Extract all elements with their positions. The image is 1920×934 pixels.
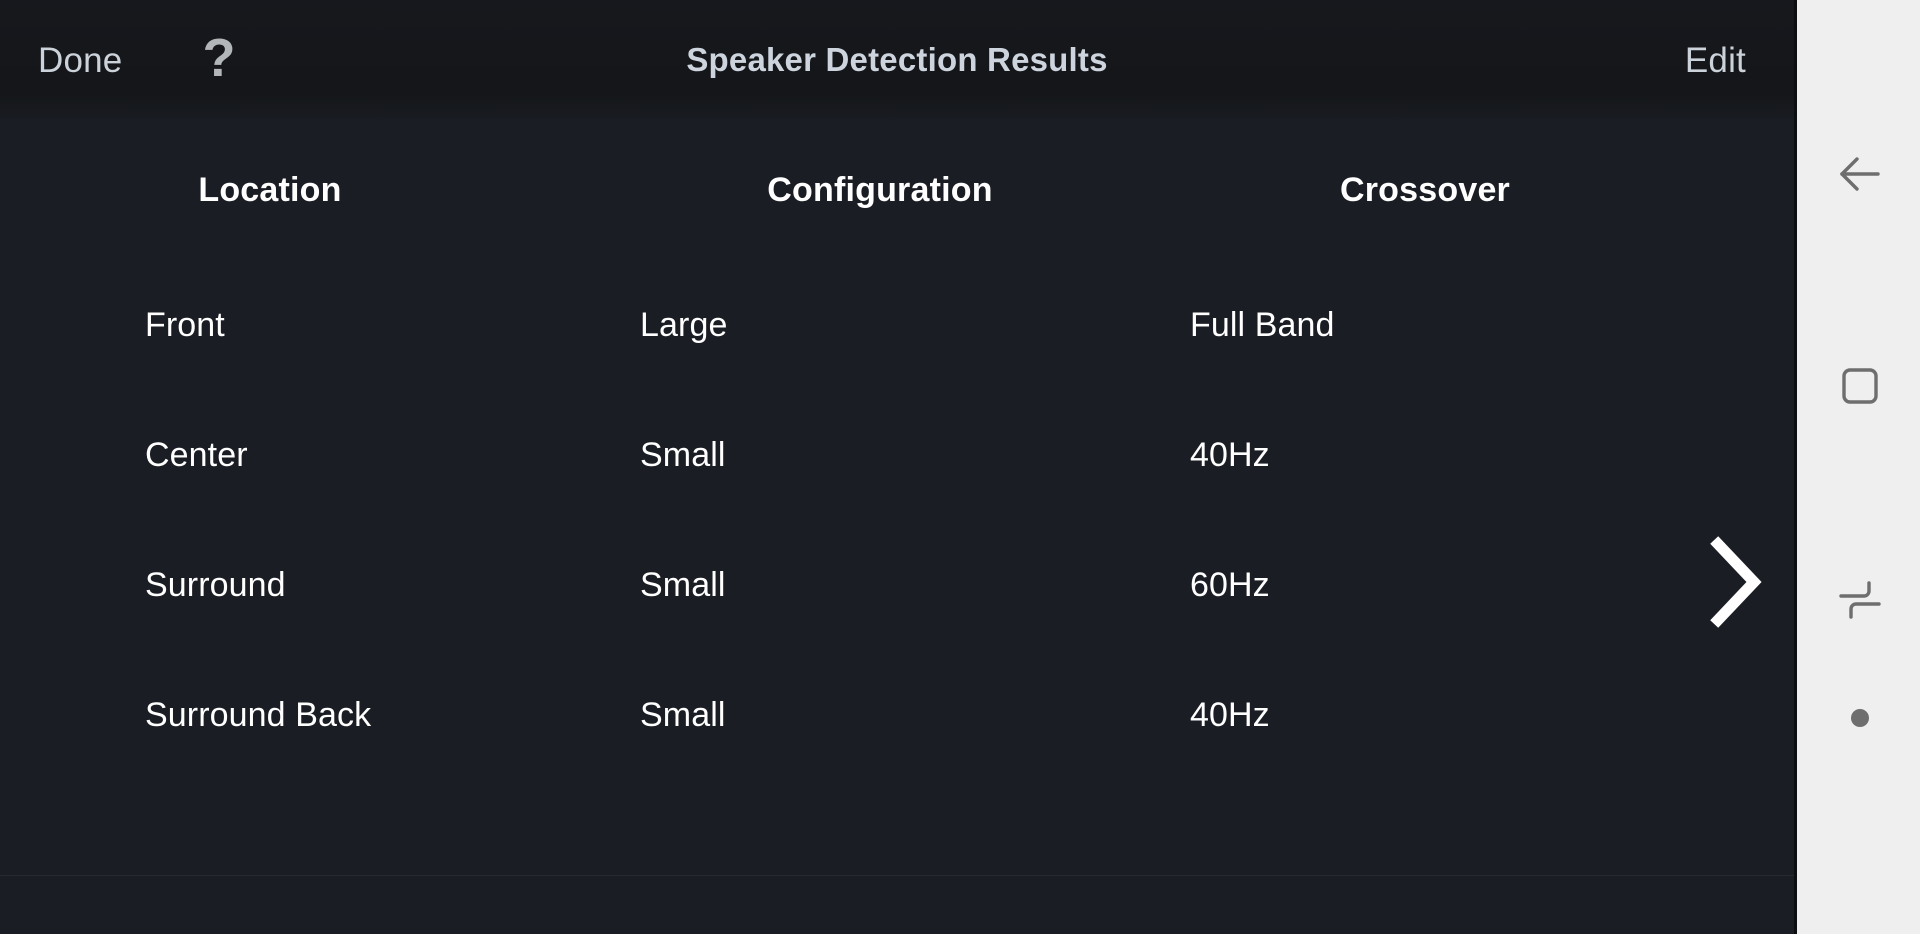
table-row[interactable]: Surround Small 60Hz (0, 520, 1794, 650)
page-title: Speaker Detection Results (686, 41, 1108, 78)
cell-location: Surround Back (145, 696, 372, 734)
table-row[interactable]: Center Small 40Hz (0, 390, 1794, 520)
cell-configuration: Small (640, 696, 726, 734)
cell-configuration: Large (640, 306, 728, 344)
table-row[interactable]: Front Large Full Band (0, 260, 1794, 390)
cell-location: Surround (145, 566, 286, 604)
recents-square-icon[interactable] (1797, 352, 1920, 420)
table-header-row: Location Configuration Crossover (0, 120, 1794, 260)
header-right-actions: Edit (1685, 43, 1756, 78)
back-icon[interactable] (1797, 140, 1920, 208)
bottom-divider (0, 875, 1794, 876)
edit-button[interactable]: Edit (1685, 43, 1746, 78)
dot-indicator-icon[interactable] (1797, 690, 1920, 746)
split-screen-icon[interactable] (1797, 566, 1920, 634)
speaker-results-table: Location Configuration Crossover Front L… (0, 120, 1794, 780)
cell-configuration: Small (640, 436, 726, 474)
column-header-crossover: Crossover (1340, 171, 1510, 209)
cell-crossover: 40Hz (1190, 696, 1270, 734)
cell-crossover: 40Hz (1190, 436, 1270, 474)
app-header: Done ? Speaker Detection Results Edit (0, 0, 1794, 120)
column-header-location: Location (198, 171, 342, 209)
app-body: Location Configuration Crossover Front L… (0, 120, 1794, 934)
cell-location: Front (145, 306, 225, 344)
system-navigation-bar (1794, 0, 1920, 934)
chevron-right-icon[interactable] (1702, 534, 1766, 630)
cell-configuration: Small (640, 566, 726, 604)
table-row[interactable]: Surround Back Small 40Hz (0, 650, 1794, 780)
column-header-configuration: Configuration (767, 171, 993, 209)
done-button[interactable]: Done (38, 43, 122, 78)
cell-crossover: 60Hz (1190, 566, 1270, 604)
screen-root: Done ? Speaker Detection Results Edit Lo… (0, 0, 1920, 934)
cell-crossover: Full Band (1190, 306, 1335, 344)
header-left-actions: Done ? (38, 31, 235, 87)
app-panel: Done ? Speaker Detection Results Edit Lo… (0, 0, 1794, 934)
cell-location: Center (145, 436, 248, 474)
question-mark-icon[interactable]: ? (202, 31, 235, 85)
